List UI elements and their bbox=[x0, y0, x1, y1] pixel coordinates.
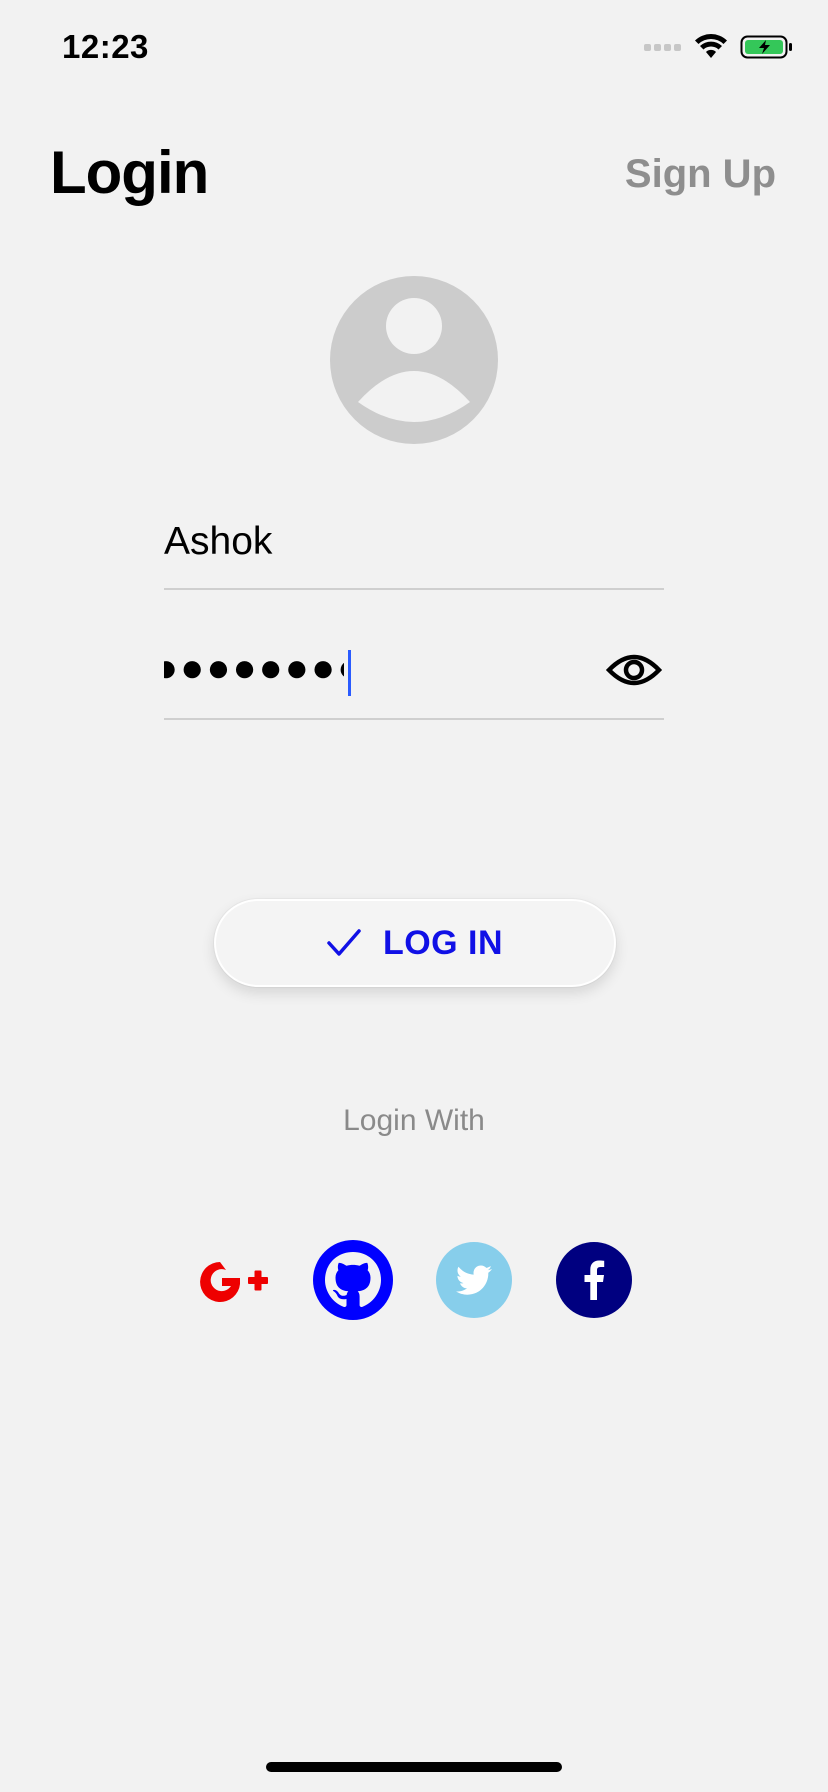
page-title: Login bbox=[50, 139, 209, 206]
status-time: 12:23 bbox=[62, 28, 149, 65]
login-button-label: LOG IN bbox=[382, 923, 504, 962]
status-indicators bbox=[644, 34, 794, 60]
checkmark-icon bbox=[327, 929, 361, 956]
wifi-icon bbox=[695, 34, 727, 58]
cellular-signal-icon bbox=[644, 44, 681, 51]
avatar-placeholder-icon bbox=[330, 276, 498, 444]
login-with-label: Login With bbox=[343, 1104, 485, 1137]
github-icon[interactable] bbox=[313, 1240, 393, 1320]
home-indicator bbox=[266, 1762, 562, 1772]
twitter-icon[interactable] bbox=[434, 1240, 514, 1320]
sign-up-link[interactable]: Sign Up bbox=[625, 152, 776, 197]
username-value: Ashok bbox=[164, 520, 273, 563]
google-plus-icon[interactable] bbox=[192, 1240, 272, 1320]
facebook-icon[interactable] bbox=[554, 1240, 634, 1320]
password-value: ●●●●●●●● bbox=[164, 646, 344, 690]
eye-icon[interactable] bbox=[606, 648, 662, 692]
login-button[interactable]: LOG IN bbox=[214, 899, 616, 987]
username-field[interactable]: Ashok bbox=[164, 512, 664, 590]
text-caret bbox=[348, 650, 351, 696]
password-field[interactable]: ●●●●●●●● bbox=[164, 640, 664, 720]
battery-charging-icon bbox=[740, 35, 792, 59]
